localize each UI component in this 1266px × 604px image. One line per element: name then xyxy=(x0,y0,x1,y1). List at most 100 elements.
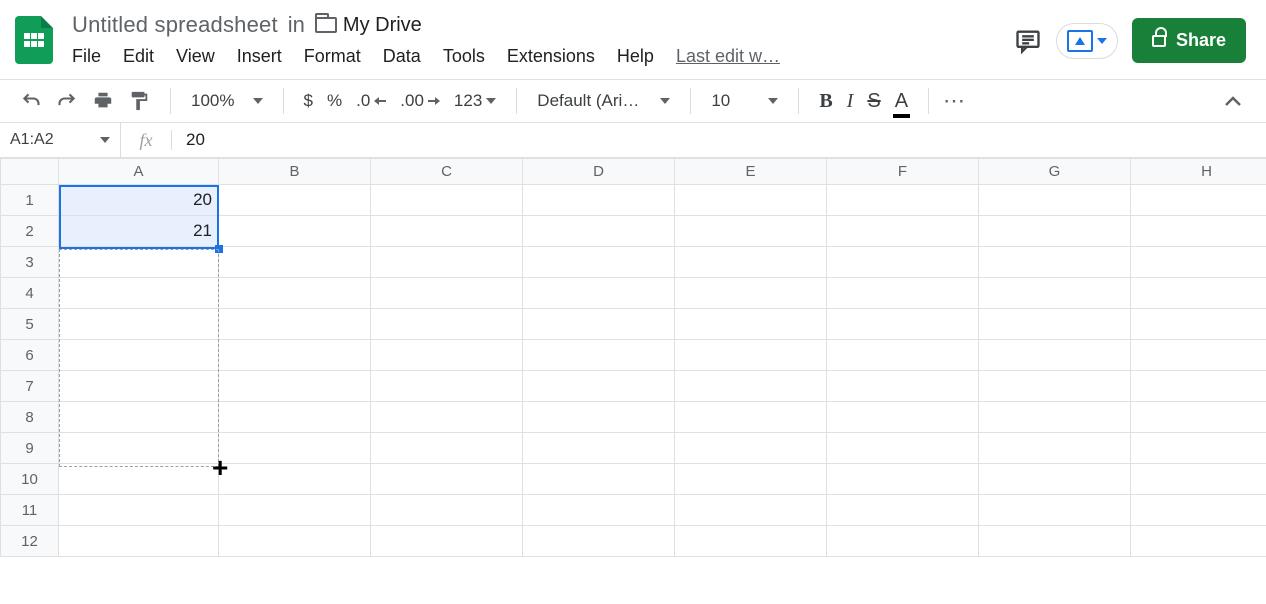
more-formats-dropdown[interactable]: 123 xyxy=(454,91,496,111)
cell-F4[interactable] xyxy=(827,278,979,309)
cell-A4[interactable] xyxy=(59,278,219,309)
spreadsheet-grid[interactable]: A B C D E F G H 1202213456789101112 + xyxy=(0,158,1266,557)
cell-H6[interactable] xyxy=(1131,340,1266,371)
bold-button[interactable]: B xyxy=(819,90,832,113)
cell-C7[interactable] xyxy=(371,371,523,402)
cell-E10[interactable] xyxy=(675,464,827,495)
cell-F6[interactable] xyxy=(827,340,979,371)
col-header-H[interactable]: H xyxy=(1131,159,1266,185)
menu-help[interactable]: Help xyxy=(617,46,654,67)
cell-F3[interactable] xyxy=(827,247,979,278)
cell-E1[interactable] xyxy=(675,185,827,216)
cell-A2[interactable]: 21 xyxy=(59,216,219,247)
cell-B2[interactable] xyxy=(219,216,371,247)
cell-E9[interactable] xyxy=(675,433,827,464)
cell-D9[interactable] xyxy=(523,433,675,464)
sheets-logo[interactable] xyxy=(10,12,58,68)
cell-H1[interactable] xyxy=(1131,185,1266,216)
cell-G10[interactable] xyxy=(979,464,1131,495)
print-button[interactable] xyxy=(92,90,114,112)
document-title[interactable]: Untitled spreadsheet xyxy=(72,12,278,38)
select-all-corner[interactable] xyxy=(1,159,59,185)
cell-H4[interactable] xyxy=(1131,278,1266,309)
cell-A9[interactable] xyxy=(59,433,219,464)
increase-decimal-button[interactable]: .00 xyxy=(400,91,440,111)
row-header-6[interactable]: 6 xyxy=(1,340,59,371)
row-header-10[interactable]: 10 xyxy=(1,464,59,495)
menu-tools[interactable]: Tools xyxy=(443,46,485,67)
menu-file[interactable]: File xyxy=(72,46,101,67)
menu-view[interactable]: View xyxy=(176,46,215,67)
cell-C12[interactable] xyxy=(371,526,523,557)
undo-button[interactable] xyxy=(20,91,42,111)
cell-H10[interactable] xyxy=(1131,464,1266,495)
col-header-B[interactable]: B xyxy=(219,159,371,185)
cell-E2[interactable] xyxy=(675,216,827,247)
cell-C2[interactable] xyxy=(371,216,523,247)
cell-G2[interactable] xyxy=(979,216,1131,247)
cell-H3[interactable] xyxy=(1131,247,1266,278)
cell-G8[interactable] xyxy=(979,402,1131,433)
cell-E3[interactable] xyxy=(675,247,827,278)
collapse-toolbar-button[interactable] xyxy=(1224,95,1252,107)
row-header-7[interactable]: 7 xyxy=(1,371,59,402)
cell-A8[interactable] xyxy=(59,402,219,433)
row-header-9[interactable]: 9 xyxy=(1,433,59,464)
cell-B8[interactable] xyxy=(219,402,371,433)
cell-G7[interactable] xyxy=(979,371,1131,402)
cell-F12[interactable] xyxy=(827,526,979,557)
font-dropdown[interactable]: Default (Ari… xyxy=(537,91,670,112)
col-header-E[interactable]: E xyxy=(675,159,827,185)
cell-F2[interactable] xyxy=(827,216,979,247)
cell-C4[interactable] xyxy=(371,278,523,309)
cell-E8[interactable] xyxy=(675,402,827,433)
cell-B5[interactable] xyxy=(219,309,371,340)
cell-D8[interactable] xyxy=(523,402,675,433)
present-button[interactable] xyxy=(1056,23,1118,59)
cell-B12[interactable] xyxy=(219,526,371,557)
cell-G6[interactable] xyxy=(979,340,1131,371)
cell-A10[interactable] xyxy=(59,464,219,495)
col-header-F[interactable]: F xyxy=(827,159,979,185)
cell-C1[interactable] xyxy=(371,185,523,216)
row-header-11[interactable]: 11 xyxy=(1,495,59,526)
cell-C5[interactable] xyxy=(371,309,523,340)
cell-D11[interactable] xyxy=(523,495,675,526)
paint-format-button[interactable] xyxy=(128,90,150,112)
cell-D5[interactable] xyxy=(523,309,675,340)
menu-format[interactable]: Format xyxy=(304,46,361,67)
cell-B7[interactable] xyxy=(219,371,371,402)
cell-B9[interactable] xyxy=(219,433,371,464)
cell-G9[interactable] xyxy=(979,433,1131,464)
col-header-G[interactable]: G xyxy=(979,159,1131,185)
cell-H9[interactable] xyxy=(1131,433,1266,464)
decrease-decimal-button[interactable]: .0 xyxy=(356,91,386,111)
strikethrough-button[interactable]: S xyxy=(867,90,880,113)
cell-F9[interactable] xyxy=(827,433,979,464)
col-header-C[interactable]: C xyxy=(371,159,523,185)
cell-F1[interactable] xyxy=(827,185,979,216)
row-header-1[interactable]: 1 xyxy=(1,185,59,216)
cell-B4[interactable] xyxy=(219,278,371,309)
cell-B6[interactable] xyxy=(219,340,371,371)
cell-F5[interactable] xyxy=(827,309,979,340)
cell-H8[interactable] xyxy=(1131,402,1266,433)
more-tools-button[interactable]: ⋯ xyxy=(943,88,967,114)
menu-edit[interactable]: Edit xyxy=(123,46,154,67)
cell-D6[interactable] xyxy=(523,340,675,371)
italic-button[interactable]: I xyxy=(847,90,854,113)
cell-B10[interactable] xyxy=(219,464,371,495)
col-header-A[interactable]: A xyxy=(59,159,219,185)
cell-B11[interactable] xyxy=(219,495,371,526)
cell-D4[interactable] xyxy=(523,278,675,309)
redo-button[interactable] xyxy=(56,91,78,111)
cell-E6[interactable] xyxy=(675,340,827,371)
cell-D1[interactable] xyxy=(523,185,675,216)
cell-A7[interactable] xyxy=(59,371,219,402)
cell-A12[interactable] xyxy=(59,526,219,557)
cell-H11[interactable] xyxy=(1131,495,1266,526)
row-header-5[interactable]: 5 xyxy=(1,309,59,340)
cell-F8[interactable] xyxy=(827,402,979,433)
row-header-12[interactable]: 12 xyxy=(1,526,59,557)
fill-handle[interactable] xyxy=(215,245,223,253)
